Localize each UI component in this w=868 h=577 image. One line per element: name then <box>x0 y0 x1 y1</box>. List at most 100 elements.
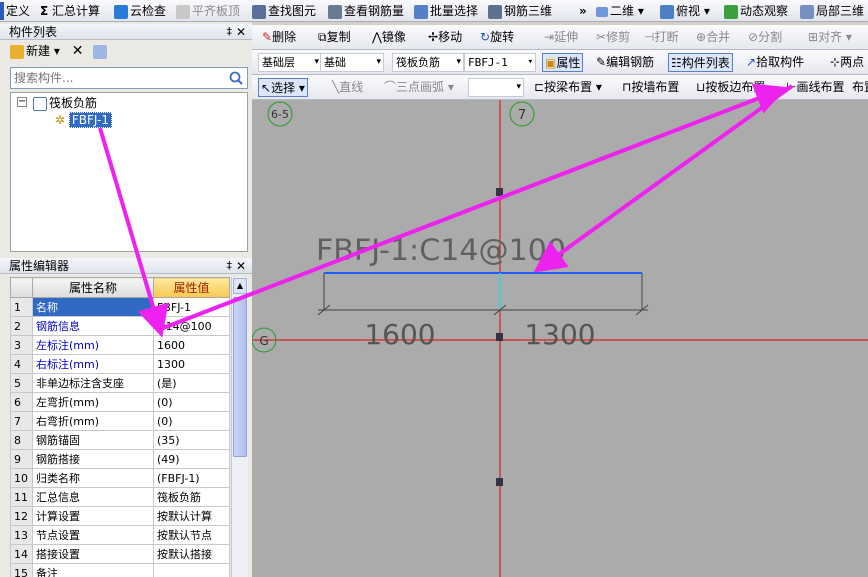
cloud-check-icon <box>114 4 128 19</box>
select-button[interactable]: ↖选择 ▾ <box>258 78 308 97</box>
table-row[interactable]: 8 钢筋锚固 (35) <box>10 430 230 450</box>
arc-option-select[interactable]: ▾ <box>468 78 524 97</box>
table-row[interactable]: 7 右弯折(mm) (0) <box>10 411 230 431</box>
layout-button[interactable]: 布置 <box>852 78 868 97</box>
properties-button[interactable]: ▣属性 <box>542 53 584 72</box>
draw-line-layout-button[interactable]: ⊢画线布置 <box>786 78 844 97</box>
two-point-button[interactable]: ⊹两点 <box>830 53 864 72</box>
batch-select-button[interactable]: 批量选择 <box>414 2 478 20</box>
three-point-arc-button[interactable]: ⌒三点画弧 ▾ <box>384 78 454 97</box>
dynamic-observe-button[interactable]: 动态观察 <box>724 2 788 20</box>
copy-icon[interactable] <box>93 44 108 59</box>
break-icon: ⊣ <box>644 30 655 44</box>
summary-calc-button[interactable]: Σ 汇总计算 <box>40 2 100 20</box>
collapse-icon[interactable]: − <box>17 97 27 107</box>
table-row[interactable]: 6 左弯折(mm) (0) <box>10 392 230 412</box>
binoculars-icon <box>252 4 266 19</box>
by-wall-button[interactable]: ⊓按墙布置 <box>622 78 679 97</box>
flush-slab-top-button[interactable]: 平齐板顶 <box>176 2 240 20</box>
view-rebar-qty-button[interactable]: 查看钢筋量 <box>328 2 404 20</box>
table-row[interactable]: 12 计算设置 按默认计算 <box>10 506 230 526</box>
col-header-name: 属性名称 <box>32 277 154 298</box>
align-dropdown[interactable]: ⊞对齐 ▾ <box>808 28 852 47</box>
define-button[interactable]: 定义 <box>6 2 30 20</box>
properties-icon: ▣ <box>545 56 557 70</box>
table-row[interactable]: 15 备注 <box>10 563 230 577</box>
rebar-3d-button[interactable]: 钢筋三维 <box>488 2 552 20</box>
app-window: 定义 Σ 汇总计算 云检查 平齐板顶 查找图元 查看钢筋量 批量选择 钢筋三维 … <box>0 0 868 577</box>
by-beam-button[interactable]: ⊏按梁布置 ▾ <box>534 78 602 97</box>
table-row[interactable]: 10 归类名称 (FBFJ-1) <box>10 468 230 488</box>
grip-handle <box>496 478 503 486</box>
table-row[interactable]: 13 节点设置 按默认节点 <box>10 525 230 545</box>
trim-button[interactable]: ✂修剪 <box>596 28 630 47</box>
search-icon[interactable] <box>227 70 245 86</box>
rebar-3d-icon <box>488 4 502 19</box>
component-toolbar: 新建 ▾ ✕ <box>10 40 250 62</box>
table-row[interactable]: 14 搭接设置 按默认搭接 <box>10 544 230 564</box>
table-row[interactable]: 2 钢筋信息 Φ14@100 <box>10 316 230 336</box>
category-select[interactable]: 筏板负筋 ▾ <box>392 53 464 72</box>
table-row[interactable]: 5 非单边标注含支座 (是) <box>10 373 230 393</box>
cursor-icon: ↖ <box>261 81 272 95</box>
floor-select[interactable]: 基础层 ▾ <box>258 53 322 72</box>
edit-rebar-button[interactable]: ✎编辑钢筋 <box>596 53 654 72</box>
table-row[interactable]: 11 汇总信息 筏板负筋 <box>10 487 230 507</box>
copy-button[interactable]: ⧉复制 <box>318 28 351 47</box>
break-button[interactable]: ⊣打断 <box>644 28 678 47</box>
find-element-button[interactable]: 查找图元 <box>252 2 316 20</box>
merge-button[interactable]: ⊕合并 <box>696 28 730 47</box>
table-row[interactable]: 4 右标注(mm) 1300 <box>10 354 230 374</box>
by-slab-edge-icon: ⊔ <box>696 80 706 94</box>
delete-icon[interactable]: ✕ <box>72 43 84 59</box>
dimension-right: 1300 <box>524 318 595 351</box>
component-select[interactable]: FBFJ-1 ▾ <box>464 53 536 72</box>
type-select[interactable]: 基础 ▾ <box>320 53 384 72</box>
view-2d-dropdown[interactable]: 二维 ▾ <box>596 2 644 20</box>
tree-node-rebar-category[interactable]: 筏板负筋 <box>33 95 97 111</box>
close-icon[interactable]: ✕ <box>236 24 246 40</box>
rotate-button[interactable]: ↻旋转 <box>480 28 514 47</box>
pin-icon[interactable]: ‡ <box>227 24 233 40</box>
top-view-dropdown[interactable]: 俯视 ▾ <box>660 2 710 20</box>
chevron-down-icon: ▾ <box>516 82 521 92</box>
cloud-check-button[interactable]: 云检查 <box>114 2 166 20</box>
property-scrollbar[interactable]: ▲ <box>231 277 248 577</box>
delete-button[interactable]: ✎删除 <box>262 28 296 47</box>
new-component-icon <box>10 44 24 59</box>
extend-button[interactable]: ⇥延伸 <box>544 28 578 47</box>
by-wall-icon: ⊓ <box>622 80 632 94</box>
close-icon[interactable]: ✕ <box>236 258 246 274</box>
flush-top-icon <box>176 4 190 19</box>
table-row[interactable]: 1 名称 FBFJ-1 <box>10 297 230 317</box>
property-editor-title: 属性编辑器 <box>9 259 70 273</box>
move-icon: ✢ <box>428 30 439 44</box>
split-button[interactable]: ⊘分割 <box>748 28 782 47</box>
component-list-button[interactable]: ☷构件列表 <box>668 53 733 72</box>
axis-label-6-5: 6-5 <box>271 108 289 121</box>
new-button[interactable]: 新建 ▾ <box>26 44 60 58</box>
drawing-svg[interactable]: 6-5 7 G FBFJ-1:C14@100 1600 1300 <box>252 100 868 577</box>
pick-component-button[interactable]: ↗拾取构件 <box>746 53 804 72</box>
draw-line-icon: ⊢ <box>786 80 797 94</box>
drawing-canvas[interactable]: 6-5 7 G FBFJ-1:C14@100 1600 1300 <box>252 100 868 577</box>
property-editor-titlebar: 属性编辑器 ‡ ✕ <box>0 258 252 274</box>
local-3d-button[interactable]: 局部三维 <box>800 2 864 20</box>
tree-node-fbfj-1[interactable]: ✲ FBFJ-1 <box>55 112 113 128</box>
2d-view-icon <box>596 6 608 17</box>
scroll-up-icon[interactable]: ▲ <box>233 278 247 294</box>
scroll-thumb[interactable] <box>233 297 247 457</box>
draw-toolbar: ↖选择 ▾ ╲直线 ⌒三点画弧 ▾ ▾ ⊏按梁布置 ▾ ⊓按墙布置 ⊔按板边布置… <box>252 75 868 100</box>
line-button[interactable]: ╲直线 <box>332 78 363 97</box>
search-input[interactable] <box>11 68 221 88</box>
by-slab-edge-button[interactable]: ⊔按板边布置 <box>696 78 765 97</box>
table-row[interactable]: 3 左标注(mm) 1600 <box>10 335 230 355</box>
table-row[interactable]: 9 钢筋搭接 (49) <box>10 449 230 469</box>
pin-icon[interactable]: ‡ <box>227 258 233 274</box>
move-button[interactable]: ✢移动 <box>428 28 462 47</box>
split-icon: ⊘ <box>748 30 759 44</box>
layer-toolbar: 基础层 ▾ 基础 ▾ 筏板负筋 ▾ FBFJ-1 ▾ ▣属性 ✎编辑钢筋 ☷构件列表 ↗… <box>252 50 868 75</box>
toolbar-more-icon[interactable]: » <box>579 2 587 20</box>
mirror-button[interactable]: ⋀镜像 <box>372 28 406 47</box>
batch-select-icon <box>414 4 428 19</box>
